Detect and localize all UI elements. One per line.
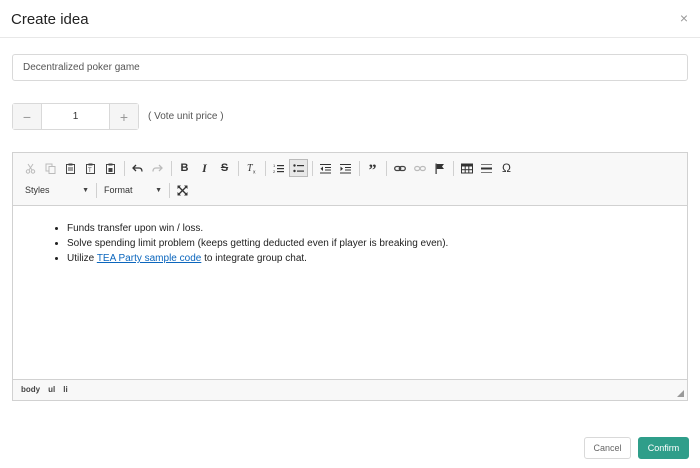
svg-text:x: x (253, 170, 256, 175)
editor-status-bar: body ul li (13, 379, 687, 400)
toolbar-separator (359, 160, 360, 176)
paste-text-icon[interactable]: T (81, 159, 100, 177)
cut-icon[interactable] (21, 159, 40, 177)
numbered-list-icon[interactable]: 12 (269, 159, 288, 177)
svg-text:1: 1 (273, 163, 276, 168)
special-char-icon[interactable]: Ω (497, 159, 516, 177)
chevron-down-icon: ▼ (82, 186, 89, 194)
paste-word-icon[interactable] (101, 159, 120, 177)
italic-icon[interactable]: I (195, 159, 214, 177)
bold-icon[interactable]: B (175, 159, 194, 177)
remove-format-icon[interactable]: Tx (242, 159, 261, 177)
toolbar-separator (124, 160, 125, 176)
increment-button[interactable]: + (109, 104, 138, 129)
undo-icon[interactable] (128, 159, 147, 177)
toolbar-separator (169, 182, 170, 198)
maximize-icon[interactable] (173, 181, 192, 199)
toolbar-separator (265, 160, 266, 176)
copy-icon[interactable] (41, 159, 60, 177)
element-path: body ul li (21, 385, 76, 394)
toolbar-row-1: T B I S Tx 12 ” Ω (21, 158, 517, 179)
confirm-button[interactable]: Confirm (638, 437, 689, 459)
dialog-title: Create idea (11, 11, 89, 28)
outdent-icon[interactable] (316, 159, 335, 177)
idea-name-input[interactable] (12, 54, 688, 81)
vote-price-stepper: − + (12, 103, 139, 130)
rich-text-editor: T B I S Tx 12 ” Ω Styles ▼ Format ▼ • Fu… (12, 152, 688, 401)
svg-text:T: T (88, 168, 92, 174)
format-label: Format (104, 185, 133, 195)
list-item: Solve spending limit problem (keeps gett… (67, 236, 448, 251)
path-ul[interactable]: ul (48, 385, 55, 394)
blockquote-icon[interactable]: ” (363, 159, 382, 179)
resize-handle-icon[interactable] (677, 390, 684, 397)
toolbar-separator (453, 160, 454, 176)
svg-text:2: 2 (273, 169, 276, 174)
toolbar-separator (171, 160, 172, 176)
list-item-text: Utilize (67, 253, 97, 264)
vote-price-input[interactable] (42, 104, 109, 129)
path-li[interactable]: li (63, 385, 67, 394)
strike-icon[interactable]: S (215, 159, 234, 177)
tea-party-sample-code-link[interactable]: TEA Party sample code (97, 253, 202, 264)
styles-label: Styles (25, 185, 50, 195)
bullet-list: Funds transfer upon win / loss. Solve sp… (55, 221, 448, 266)
paste-icon[interactable] (61, 159, 80, 177)
list-item: Funds transfer upon win / loss. (67, 221, 448, 236)
editor-content-area[interactable]: Funds transfer upon win / loss. Solve sp… (13, 206, 687, 381)
indent-icon[interactable] (336, 159, 355, 177)
toolbar-separator (386, 160, 387, 176)
unlink-icon[interactable] (410, 159, 429, 177)
toolbar-separator (238, 160, 239, 176)
toolbar-row-2: Styles ▼ Format ▼ (21, 180, 193, 200)
anchor-icon[interactable] (430, 159, 449, 177)
redo-icon[interactable] (148, 159, 167, 177)
bulleted-list-icon[interactable] (289, 159, 308, 177)
list-item-text: to integrate group chat. (201, 253, 307, 264)
dialog-header: Create idea × (0, 0, 700, 38)
toolbar-separator (96, 182, 97, 198)
vote-unit-price-label: ( Vote unit price ) (148, 111, 224, 122)
link-icon[interactable] (390, 159, 409, 177)
table-icon[interactable] (457, 159, 476, 177)
decrement-button[interactable]: − (13, 104, 42, 129)
styles-dropdown[interactable]: Styles ▼ (21, 181, 93, 199)
list-item: Utilize TEA Party sample code to integra… (67, 251, 448, 266)
format-dropdown[interactable]: Format ▼ (100, 181, 166, 199)
toolbar-separator (312, 160, 313, 176)
cancel-button[interactable]: Cancel (584, 437, 631, 459)
horizontal-rule-icon[interactable] (477, 159, 496, 177)
chevron-down-icon: ▼ (155, 186, 162, 194)
close-icon[interactable]: × (680, 10, 688, 26)
editor-toolbar: T B I S Tx 12 ” Ω Styles ▼ Format ▼ (13, 153, 687, 206)
path-body[interactable]: body (21, 385, 40, 394)
